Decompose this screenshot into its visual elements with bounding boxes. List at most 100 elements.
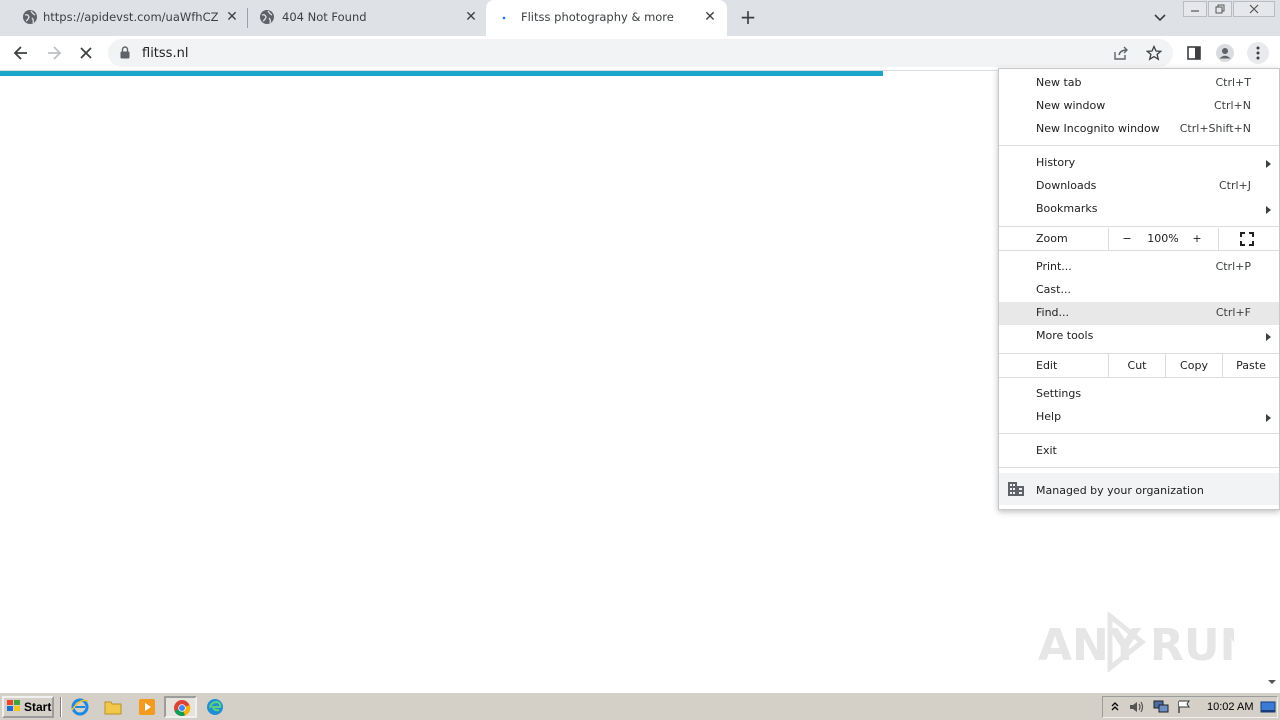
menu-item-bookmarks[interactable]: Bookmarks	[999, 198, 1279, 221]
system-tray: 10:02 AM	[1102, 696, 1278, 718]
windows-flag-icon	[7, 699, 21, 715]
tab-flitss-active[interactable]: Flitss photography & more ✕	[486, 0, 727, 36]
menu-item-new-window[interactable]: New window Ctrl+N	[999, 95, 1279, 118]
menu-item-find[interactable]: Find... Ctrl+F	[999, 302, 1279, 325]
forward-arrow-icon[interactable]	[43, 42, 65, 64]
tab-title: 404 Not Found	[282, 10, 367, 24]
menu-label: Zoom	[1036, 232, 1068, 245]
page-load-progress-bar	[0, 71, 883, 76]
show-hidden-icons-chevron-icon[interactable]	[1110, 700, 1120, 717]
submenu-arrow-icon	[1266, 160, 1271, 168]
menu-shortcut: Ctrl+T	[1215, 76, 1251, 89]
taskbar-clock[interactable]: 10:02 AM	[1207, 701, 1253, 713]
new-tab-button[interactable]: +	[738, 7, 758, 27]
menu-label: New tab	[1036, 76, 1082, 89]
minimize-button[interactable]	[1183, 1, 1207, 17]
share-icon[interactable]	[1110, 42, 1132, 64]
tab-apidevst[interactable]: https://apidevst.com/uaWfhCZHOIP ✕	[0, 0, 246, 34]
menu-item-new-tab[interactable]: New tab Ctrl+T	[999, 72, 1279, 95]
volume-icon[interactable]	[1129, 700, 1145, 717]
fullscreen-icon[interactable]	[1240, 232, 1254, 249]
menu-shortcut: Ctrl+N	[1213, 99, 1251, 112]
stop-loading-icon[interactable]	[75, 42, 97, 64]
menu-shortcut: Ctrl+J	[1218, 179, 1251, 192]
tab-close-icon[interactable]: ✕	[462, 8, 480, 26]
bookmark-star-icon[interactable]	[1143, 42, 1165, 64]
loading-spinner-icon	[496, 10, 512, 26]
cut-button[interactable]: Cut	[1109, 359, 1165, 372]
copy-button[interactable]: Copy	[1166, 359, 1222, 372]
zoom-in-button[interactable]: +	[1189, 232, 1205, 245]
kebab-menu-icon[interactable]	[1247, 42, 1269, 64]
menu-label: More tools	[1036, 329, 1094, 342]
tab-title: https://apidevst.com/uaWfhCZHOIP	[43, 10, 219, 24]
menu-divider	[999, 433, 1279, 434]
menu-divider	[999, 377, 1279, 378]
show-desktop-icon[interactable]	[1260, 699, 1276, 718]
action-center-flag-icon[interactable]	[1177, 700, 1191, 717]
menu-divider	[999, 145, 1279, 146]
globe-icon	[259, 9, 275, 25]
anyrun-watermark: ANY RUN	[1038, 610, 1256, 674]
menu-item-cast[interactable]: Cast...	[999, 279, 1279, 302]
menu-item-more-tools[interactable]: More tools	[999, 325, 1279, 348]
tab-title: Flitss photography & more	[521, 10, 674, 24]
menu-shortcut: Ctrl+Shift+N	[1179, 122, 1251, 135]
close-window-button[interactable]	[1233, 1, 1275, 17]
menu-item-zoom: Zoom − 100% +	[999, 228, 1279, 250]
edge-icon[interactable]	[206, 698, 224, 716]
tab-strip: https://apidevst.com/uaWfhCZHOIP ✕ 404 N…	[0, 0, 1280, 36]
menu-item-edit: Edit Cut Copy Paste	[999, 354, 1279, 377]
url-text[interactable]: flitss.nl	[142, 46, 188, 61]
menu-item-new-incognito[interactable]: New Incognito window Ctrl+Shift+N	[999, 118, 1279, 141]
tab-404[interactable]: 404 Not Found ✕	[248, 0, 486, 34]
menu-divider	[999, 226, 1279, 227]
menu-item-managed[interactable]: Managed by your organization	[999, 473, 1279, 505]
cell-divider	[1218, 228, 1219, 250]
tab-close-icon[interactable]: ✕	[701, 8, 719, 26]
start-button[interactable]: Start	[2, 696, 54, 718]
paste-button[interactable]: Paste	[1223, 359, 1279, 372]
watermark-text-right: RUN	[1150, 620, 1234, 671]
lock-icon[interactable]	[120, 46, 130, 62]
zoom-out-button[interactable]: −	[1119, 232, 1135, 245]
browser-main-menu: New tab Ctrl+T New window Ctrl+N New Inc…	[998, 68, 1280, 510]
menu-label: New Incognito window	[1036, 122, 1160, 135]
menu-item-exit[interactable]: Exit	[999, 440, 1279, 463]
network-icon[interactable]	[1153, 700, 1169, 717]
menu-label: History	[1036, 156, 1076, 169]
tab-close-icon[interactable]: ✕	[223, 8, 241, 26]
browser-toolbar: flitss.nl	[0, 36, 1280, 70]
chrome-icon	[173, 699, 191, 720]
profile-avatar-icon[interactable]	[1214, 42, 1236, 64]
zoom-level: 100%	[1147, 232, 1179, 245]
menu-divider	[999, 250, 1279, 251]
building-icon	[1008, 482, 1024, 499]
menu-label: Settings	[1036, 387, 1082, 400]
menu-item-settings[interactable]: Settings	[999, 383, 1279, 406]
side-panel-icon[interactable]	[1183, 42, 1205, 64]
menu-item-print[interactable]: Print... Ctrl+P	[999, 256, 1279, 279]
menu-label: Downloads	[1036, 179, 1097, 192]
address-bar[interactable]: flitss.nl	[108, 39, 1173, 67]
menu-label: Find...	[1036, 306, 1070, 319]
tab-search-chevron-icon[interactable]	[1152, 9, 1168, 25]
cell-divider	[1108, 228, 1109, 250]
media-player-icon[interactable]	[138, 698, 156, 716]
restore-button[interactable]	[1208, 1, 1232, 17]
scroll-down-arrow-icon[interactable]	[1267, 677, 1277, 687]
menu-label: Managed by your organization	[1036, 484, 1204, 497]
menu-label: Cast...	[1036, 283, 1071, 296]
file-explorer-icon[interactable]	[104, 698, 122, 716]
menu-item-downloads[interactable]: Downloads Ctrl+J	[999, 175, 1279, 198]
submenu-arrow-icon	[1266, 333, 1271, 341]
menu-label: Edit	[1036, 359, 1058, 372]
menu-shortcut: Ctrl+F	[1215, 306, 1251, 319]
chrome-taskbar-button[interactable]	[164, 696, 197, 718]
back-arrow-icon[interactable]	[10, 42, 32, 64]
menu-item-help[interactable]: Help	[999, 406, 1279, 429]
internet-explorer-icon[interactable]	[71, 698, 89, 716]
menu-item-history[interactable]: History	[999, 152, 1279, 175]
submenu-arrow-icon	[1266, 206, 1271, 214]
menu-label: Exit	[1036, 444, 1057, 457]
